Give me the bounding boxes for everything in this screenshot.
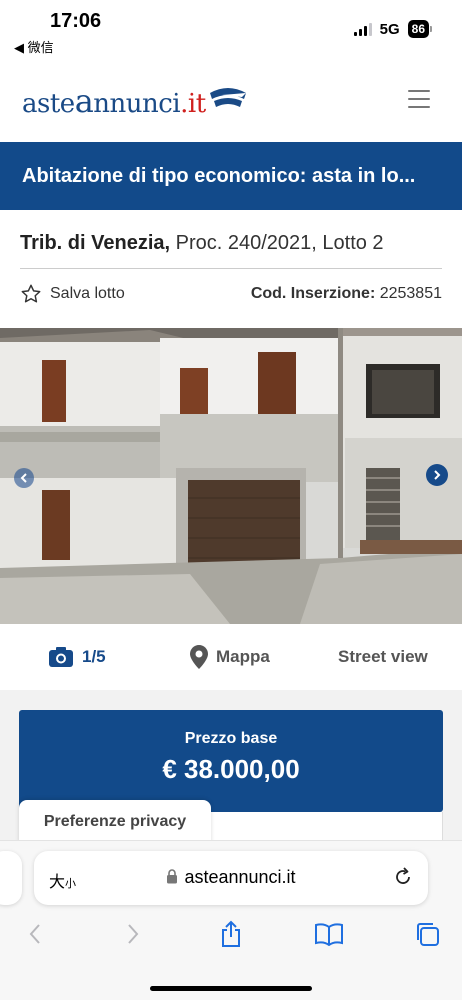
- chevron-left-icon: [29, 924, 40, 944]
- map-pin-icon: [190, 645, 208, 669]
- back-to-app-link[interactable]: ◀ 微信: [14, 37, 54, 56]
- media-tabs: 1/5 Mappa Street view: [0, 624, 462, 690]
- map-tab[interactable]: Mappa: [190, 645, 270, 669]
- url-text: asteannunci.it: [184, 867, 296, 887]
- privacy-preferences-button[interactable]: Preferenze privacy: [19, 800, 211, 844]
- status-time: 17:06: [50, 10, 102, 32]
- code-label: Cod. Inserzione:: [250, 285, 376, 302]
- site-logo[interactable]: asteannunci.it: [22, 82, 248, 120]
- next-photo-button[interactable]: [426, 464, 448, 486]
- listing-title-bar: Abitazione di tipo economico: asta in lo…: [0, 142, 462, 210]
- price-section: Prezzo base € 38.000,00 Preferenze priva…: [0, 690, 462, 852]
- divider: [20, 268, 442, 269]
- share-icon: [222, 920, 240, 947]
- logo-text: asteannunci.it: [22, 82, 206, 120]
- hamburger-menu-icon[interactable]: [408, 90, 430, 108]
- logo-swoosh-icon: [209, 88, 246, 107]
- house-photo-image: [0, 328, 462, 624]
- chevron-right-icon: [434, 470, 441, 480]
- forward-button[interactable]: [118, 919, 148, 949]
- reload-icon[interactable]: [392, 866, 414, 888]
- chevron-left-icon: [20, 473, 27, 483]
- browser-toolbar: 大小 asteannunci.it: [0, 840, 462, 1000]
- tabs-icon: [417, 923, 439, 946]
- home-indicator: [150, 986, 312, 991]
- browser-nav-row: [0, 919, 462, 953]
- lock-icon: [167, 869, 178, 884]
- photo-counter: 1/5: [82, 647, 106, 666]
- price-card: Prezzo base € 38.000,00: [19, 710, 443, 812]
- save-lot-label: Salva lotto: [50, 285, 125, 302]
- status-indicators: 5G 86: [353, 20, 432, 38]
- street-view-tab[interactable]: Street view: [338, 647, 428, 667]
- battery-icon: 86: [407, 20, 432, 38]
- status-bar: 17:06 ◀ 微信 5G 86: [0, 0, 462, 60]
- street-view-label: Street view: [338, 647, 428, 666]
- bookmarks-button[interactable]: [314, 919, 344, 949]
- chevron-right-icon: [128, 924, 139, 944]
- price-label: Prezzo base: [184, 730, 278, 747]
- price-value: € 38.000,00: [162, 754, 300, 784]
- code-value: 2253851: [375, 285, 442, 302]
- share-button[interactable]: [216, 919, 246, 949]
- listing-title: Abitazione di tipo economico: asta in lo…: [22, 164, 416, 187]
- battery-level: 86: [407, 20, 429, 38]
- save-lot-button[interactable]: Salva lotto: [20, 283, 125, 305]
- court-procedure: Trib. di Venezia, Proc. 240/2021, Lotto …: [20, 232, 384, 255]
- previous-photo-button[interactable]: [14, 468, 34, 488]
- court-name: Trib. di Venezia,: [20, 232, 171, 254]
- cellular-signal-icon: [353, 22, 372, 36]
- url-display[interactable]: asteannunci.it: [34, 867, 428, 888]
- photos-tab[interactable]: 1/5: [48, 646, 106, 668]
- camera-icon: [49, 647, 73, 667]
- previous-tab-peek[interactable]: [0, 851, 22, 905]
- tabs-button[interactable]: [412, 919, 442, 949]
- network-type: 5G: [379, 20, 400, 38]
- map-label: Mappa: [216, 647, 270, 666]
- back-button[interactable]: [20, 919, 50, 949]
- book-icon: [315, 923, 343, 946]
- listing-code: Cod. Inserzione: 2253851: [251, 285, 442, 303]
- star-icon: [21, 284, 41, 303]
- address-bar[interactable]: 大小 asteannunci.it: [34, 851, 428, 905]
- procedure-info: Proc. 240/2021, Lotto 2: [170, 232, 384, 254]
- site-header: asteannunci.it: [0, 60, 462, 142]
- listing-photo[interactable]: [0, 328, 462, 624]
